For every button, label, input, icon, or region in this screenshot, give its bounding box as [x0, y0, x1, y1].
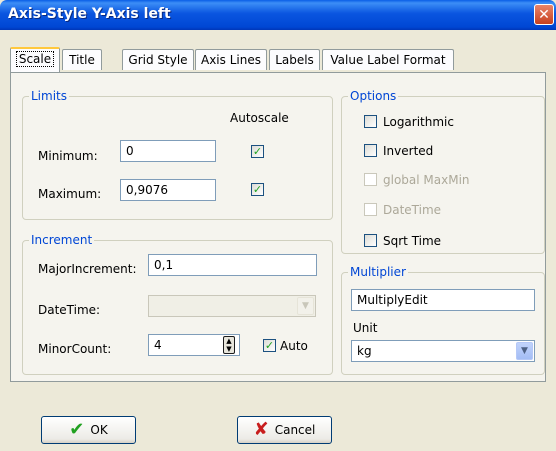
limits-title: Limits [29, 89, 69, 103]
window-title: Axis-Style Y-Axis left [8, 6, 171, 22]
logarithmic-label: Logarithmic [383, 115, 454, 129]
close-icon: ✕ [538, 6, 550, 23]
tab-strip: Scale Title Grid Style Axis Lines Labels… [10, 47, 548, 73]
global-maxmin-checkbox[interactable] [364, 173, 377, 186]
datetime-select[interactable] [148, 295, 316, 317]
checkmark-icon: ✔ [69, 419, 85, 440]
inverted-checkbox[interactable] [364, 144, 377, 157]
ok-label: OK [90, 423, 108, 437]
major-increment-input[interactable]: 0,1 [148, 254, 317, 276]
maximum-label: Maximum: [38, 187, 102, 201]
close-button[interactable]: ✕ [534, 4, 554, 25]
unit-select[interactable]: kg [351, 340, 535, 362]
tab-grid-style[interactable]: Grid Style [122, 49, 194, 70]
minimum-label: Minimum: [38, 149, 98, 163]
auto-label: Auto [280, 339, 308, 353]
options-group: Options Logarithmic Inverted global MaxM… [341, 89, 545, 254]
logarithmic-checkbox[interactable] [364, 115, 377, 128]
multiplier-title: Multiplier [348, 265, 408, 279]
datetime-dropdown-icon: ▼ [297, 297, 314, 315]
limits-group: Limits Autoscale Minimum: 0 ✓ Maximum: 0… [22, 89, 333, 220]
cancel-label: Cancel [274, 423, 316, 437]
unit-label: Unit [353, 321, 378, 335]
global-maxmin-label: global MaxMin [383, 173, 470, 187]
minor-count-spinner-icon[interactable]: ▲ ▼ [223, 336, 235, 354]
datetime-option-checkbox[interactable] [364, 203, 377, 216]
maximum-input[interactable]: 0,9076 [120, 179, 216, 201]
tab-scale[interactable]: Scale [10, 47, 60, 72]
maximum-autoscale-checkbox[interactable]: ✓ [251, 183, 264, 196]
unit-dropdown-icon[interactable]: ▼ [516, 342, 533, 360]
minor-count-label: MinorCount: [38, 342, 112, 356]
increment-title: Increment [29, 233, 95, 247]
tab-value-label-format[interactable]: Value Label Format [322, 49, 454, 70]
multiplier-group: Multiplier MultiplyEdit Unit kg ▼ [341, 265, 545, 375]
sqrt-time-label: Sqrt Time [383, 234, 442, 248]
major-increment-label: MajorIncrement: [38, 262, 137, 276]
increment-group: Increment MajorIncrement: 0,1 DateTime: … [22, 233, 333, 375]
minimum-input[interactable]: 0 [120, 140, 216, 162]
cancel-x-icon: ✘ [253, 419, 269, 440]
multiply-edit-input[interactable]: MultiplyEdit [351, 289, 535, 311]
ok-button[interactable]: ✔ OK [41, 416, 136, 444]
tab-title[interactable]: Title [62, 49, 102, 70]
auto-checkbox[interactable]: ✓ [263, 339, 276, 352]
minimum-autoscale-checkbox[interactable]: ✓ [251, 145, 264, 158]
sqrt-time-checkbox[interactable] [364, 234, 377, 247]
title-bar: Axis-Style Y-Axis left ✕ [0, 0, 556, 30]
tab-labels[interactable]: Labels [269, 49, 320, 70]
autoscale-header: Autoscale [230, 111, 289, 125]
cancel-button[interactable]: ✘ Cancel [237, 416, 332, 444]
tab-axis-lines[interactable]: Axis Lines [195, 49, 267, 70]
inverted-label: Inverted [383, 144, 434, 158]
datetime-option-label: DateTime [383, 203, 442, 217]
datetime-label: DateTime: [38, 303, 101, 317]
options-title: Options [348, 89, 399, 103]
